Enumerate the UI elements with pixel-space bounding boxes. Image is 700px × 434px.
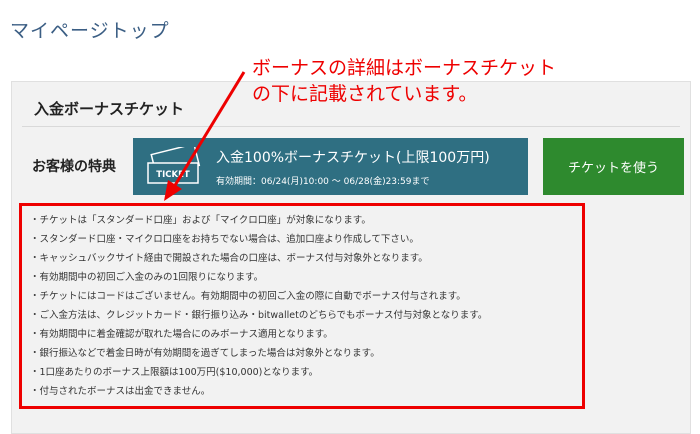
annotation-line: の下に記載されています。 <box>252 83 478 105</box>
annotation-line: ボーナスの詳細はボーナスチケット <box>252 57 557 79</box>
annotation-text: ボーナスの詳細はボーナスチケット の下に記載されています。 <box>252 55 556 107</box>
